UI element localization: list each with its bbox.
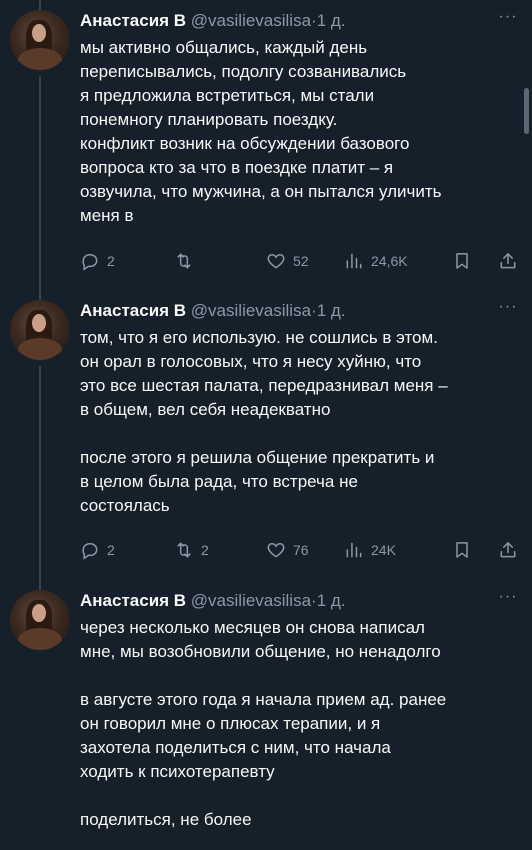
like-count: 52 [293, 253, 309, 269]
retweet-button[interactable] [174, 249, 201, 273]
tweet-actions: 2 52 24,6K [80, 249, 520, 273]
like-button[interactable]: 52 [266, 249, 309, 273]
author-name[interactable]: Анастасия В [80, 11, 186, 30]
thread-connector [39, 290, 41, 300]
tweet[interactable]: Анастасия В @vasilievasilisa·1 д. ··· че… [0, 580, 532, 850]
thread-connector [39, 76, 41, 290]
reply-icon [82, 543, 98, 560]
reply-count: 2 [107, 542, 115, 558]
bookmark-button[interactable] [452, 538, 472, 562]
tweet-time[interactable]: 1 д. [317, 301, 346, 320]
author-handle[interactable]: @vasilievasilisa [191, 591, 311, 610]
views-count: 24K [371, 542, 396, 558]
bookmark-icon [456, 253, 468, 269]
reply-icon [82, 254, 98, 271]
tweet-header: Анастасия В @vasilievasilisa·1 д. [80, 590, 346, 612]
tweet[interactable]: Анастасия В @vasilievasilisa·1 д. ··· то… [0, 290, 532, 580]
author-handle[interactable]: @vasilievasilisa [191, 11, 311, 30]
tweet-text: через несколько месяцев он снова написал… [80, 618, 447, 829]
tweet-header: Анастасия В @vasilievasilisa·1 д. [80, 300, 346, 322]
views-icon [346, 253, 362, 269]
more-options-icon[interactable]: ··· [494, 588, 522, 610]
like-button[interactable]: 76 [266, 538, 309, 562]
thread-connector [39, 0, 41, 10]
tweet-time[interactable]: 1 д. [317, 591, 346, 610]
reply-button[interactable]: 2 [80, 249, 115, 273]
thread-connector [39, 580, 41, 590]
retweet-count: 2 [201, 542, 209, 558]
retweet-icon [177, 253, 191, 269]
author-name[interactable]: Анастасия В [80, 591, 186, 610]
tweet-text: том, что я его использую. не сошлись в э… [80, 328, 448, 515]
avatar[interactable] [10, 300, 70, 360]
more-options-icon[interactable]: ··· [494, 298, 522, 320]
tweet-actions: 2 2 76 24K [80, 538, 520, 562]
views-button[interactable]: 24,6K [344, 249, 408, 273]
share-icon [500, 542, 516, 558]
tweet-time[interactable]: 1 д. [317, 11, 346, 30]
reply-button[interactable]: 2 [80, 538, 115, 562]
tweet-header: Анастасия В @vasilievasilisa·1 д. [80, 10, 346, 32]
like-count: 76 [293, 542, 309, 558]
scrollbar[interactable] [524, 88, 529, 134]
heart-icon [267, 253, 285, 269]
more-options-icon[interactable]: ··· [494, 8, 522, 30]
views-button[interactable]: 24K [344, 538, 396, 562]
avatar[interactable] [10, 590, 70, 650]
timeline: Анастасия В @vasilievasilisa·1 д. ··· мы… [0, 0, 532, 850]
views-icon [346, 542, 362, 558]
tweet[interactable]: Анастасия В @vasilievasilisa·1 д. ··· мы… [0, 0, 532, 290]
retweet-button[interactable]: 2 [174, 538, 209, 562]
views-count: 24,6K [371, 253, 408, 269]
retweet-icon [177, 542, 191, 558]
heart-icon [267, 542, 285, 558]
avatar[interactable] [10, 10, 70, 70]
tweet-text: мы активно общались, каждый день перепис… [80, 38, 442, 225]
reply-count: 2 [107, 253, 115, 269]
share-button[interactable] [498, 538, 518, 562]
author-name[interactable]: Анастасия В [80, 301, 186, 320]
thread-connector [39, 366, 41, 580]
share-icon [500, 253, 516, 269]
share-button[interactable] [498, 249, 518, 273]
author-handle[interactable]: @vasilievasilisa [191, 301, 311, 320]
bookmark-button[interactable] [452, 249, 472, 273]
bookmark-icon [456, 542, 468, 558]
